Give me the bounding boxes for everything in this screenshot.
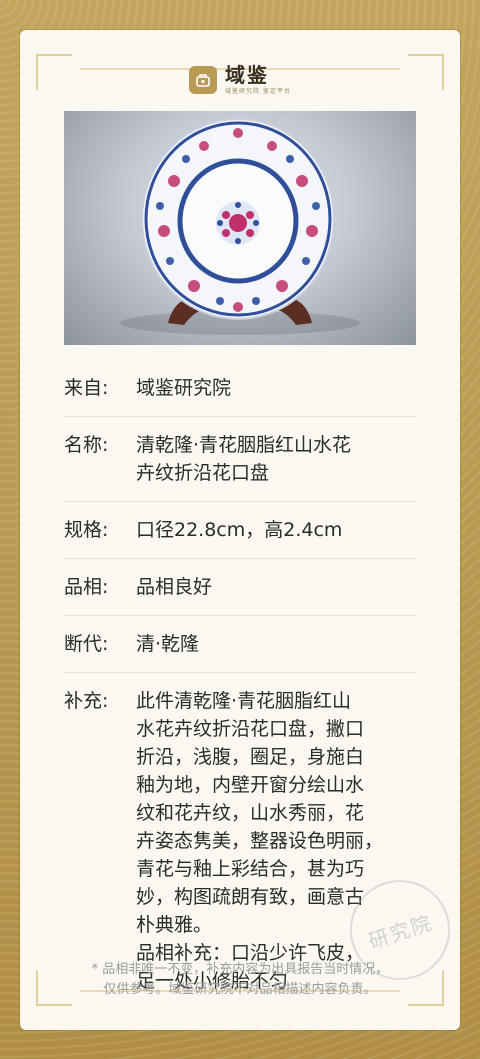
detail-row-source: 来自: 域鉴研究院 [64, 360, 416, 417]
detail-label: 名称: [64, 434, 109, 456]
brand-title: 域鉴 [225, 63, 270, 87]
brand-logo: 域鉴 域鉴研究院 鉴定平台 [20, 64, 460, 95]
detail-value: 域鉴研究院 [136, 377, 232, 399]
detail-row-name: 名称: 清乾隆·青花胭脂红山水花 卉纹折沿花口盘 [64, 417, 416, 502]
detail-label: 断代: [64, 633, 109, 655]
detail-label: 规格: [64, 519, 109, 541]
footnote-text: * 品相非唯一不变，补充内容为出具报告当时情况， 仅供参考。域鉴研究院不对品相描… [91, 962, 389, 997]
detail-value: 清·乾隆 [136, 633, 200, 655]
detail-card: 域鉴 域鉴研究院 鉴定平台 来自: 域鉴研究院 名称: 清乾隆·青花胭脂红山水花… [20, 30, 464, 1030]
detail-value: 清乾隆·青花胭脂红山水花 卉纹折沿花口盘 [136, 434, 352, 484]
brand-subtitle: 域鉴研究院 鉴定平台 [225, 88, 291, 95]
detail-row-spec: 规格: 口径22.8cm，高2.4cm [64, 502, 416, 559]
detail-label: 补充: [64, 690, 109, 712]
detail-row-condition: 品相: 品相良好 [64, 559, 416, 616]
detail-row-period: 断代: 清·乾隆 [64, 616, 416, 673]
disclaimer-footnote: * 品相非唯一不变，补充内容为出具报告当时情况， 仅供参考。域鉴研究院不对品相描… [64, 960, 416, 1000]
brand-icon [189, 65, 218, 94]
item-photo[interactable] [64, 111, 416, 345]
detail-value: 口径22.8cm，高2.4cm [136, 519, 343, 541]
detail-value: 品相良好 [136, 576, 213, 598]
detail-label: 品相: [64, 576, 109, 598]
detail-label: 来自: [64, 377, 109, 399]
